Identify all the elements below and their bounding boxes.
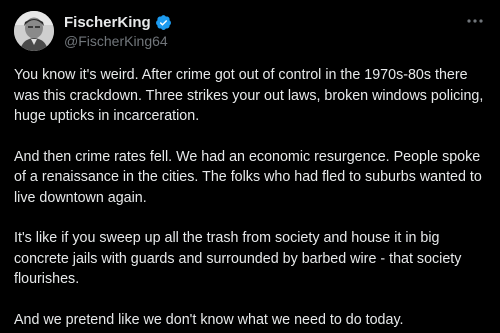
- tweet-paragraph: And we pretend like we don't know what w…: [14, 311, 404, 328]
- tweet-body: You know it's weird. After crime got out…: [14, 65, 486, 330]
- avatar-portrait-icon: [14, 11, 54, 51]
- verified-badge-icon: [155, 14, 172, 31]
- tweet-paragraph: And then crime rates fell. We had an eco…: [14, 148, 482, 206]
- tweet-header: FischerKing @FischerKing64: [14, 11, 486, 51]
- more-options-button[interactable]: [464, 14, 486, 28]
- author-names: FischerKing @FischerKing64: [64, 13, 172, 50]
- tweet-paragraph: You know it's weird. After crime got out…: [14, 67, 484, 124]
- author-display-name[interactable]: FischerKing: [64, 13, 151, 32]
- author-handle[interactable]: @FischerKing64: [64, 32, 172, 50]
- avatar[interactable]: [14, 11, 54, 51]
- tweet-paragraph: It's like if you sweep up all the trash …: [14, 230, 462, 287]
- tweet-card: FischerKing @FischerKing64 You know it's…: [0, 0, 500, 333]
- name-row: FischerKing: [64, 13, 172, 32]
- more-horizontal-icon: [467, 19, 483, 23]
